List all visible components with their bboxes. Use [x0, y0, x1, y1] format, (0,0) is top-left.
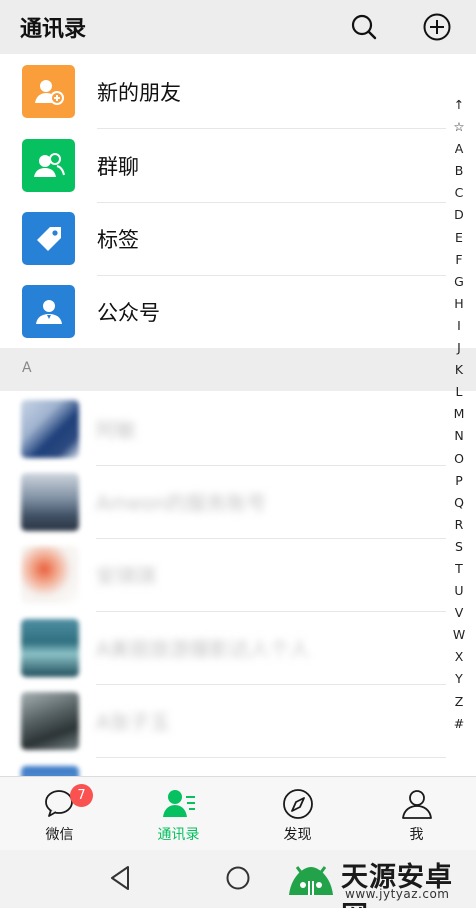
index-letter[interactable]: D: [448, 204, 470, 226]
tab-label: 发现: [283, 827, 312, 843]
new-friends-label: 新的朋友: [97, 81, 181, 105]
tab-discover[interactable]: 发现: [238, 777, 357, 851]
tags-item[interactable]: 标签: [0, 202, 446, 275]
avatar: [21, 400, 79, 458]
official-account-icon: [22, 285, 75, 338]
search-icon: [351, 14, 377, 40]
index-letter[interactable]: I: [448, 315, 470, 337]
avatar: [21, 546, 79, 604]
site-watermark: 天源安卓网 www.jytyaz.com: [283, 853, 473, 908]
tab-label: 通讯录: [157, 827, 200, 843]
index-letter[interactable]: ↑: [448, 94, 470, 116]
index-letter[interactable]: Q: [448, 492, 470, 514]
index-letter[interactable]: C: [448, 182, 470, 204]
avatar: [21, 473, 79, 531]
add-friend-icon: [22, 65, 75, 118]
page-title: 通讯录: [20, 17, 87, 42]
section-header-a: A: [0, 348, 476, 391]
contacts-list[interactable]: 新的朋友 群聊 标签 公众号 A 阿敏 Ameon的服务账号 安琪琪 A美丽旅游…: [0, 54, 476, 776]
index-letter[interactable]: H: [448, 293, 470, 315]
contact-name: 安琪琪: [96, 564, 156, 588]
index-letter[interactable]: O: [448, 448, 470, 470]
contact-row[interactable]: A张子玉: [0, 684, 446, 757]
index-letter[interactable]: ☆: [448, 116, 470, 138]
index-letter[interactable]: N: [448, 425, 470, 447]
section-letter: A: [22, 360, 32, 376]
person-icon: [401, 790, 432, 819]
back-icon[interactable]: [106, 864, 134, 892]
contact-name: Ameon的服务账号: [96, 491, 267, 515]
contact-row[interactable]: 阿敏: [0, 392, 446, 465]
tab-contacts[interactable]: 通讯录: [119, 777, 238, 851]
compass-icon: [282, 789, 313, 819]
contact-row[interactable]: [0, 758, 446, 776]
index-letter[interactable]: W: [448, 624, 470, 646]
index-letter[interactable]: X: [448, 646, 470, 668]
contact-row[interactable]: A美丽旅游摄影达人个人: [0, 611, 446, 684]
avatar: [21, 692, 79, 750]
index-letter[interactable]: T: [448, 558, 470, 580]
official-accounts-label: 公众号: [97, 301, 160, 325]
new-friends-item[interactable]: 新的朋友: [0, 55, 446, 128]
index-letter[interactable]: U: [448, 580, 470, 602]
index-letter[interactable]: M: [448, 403, 470, 425]
index-letter[interactable]: G: [448, 271, 470, 293]
plus-circle-icon: [423, 13, 451, 41]
contact-name: 阿敏: [96, 418, 136, 442]
alphabet-index[interactable]: ↑ ☆ A B C D E F G H I J K L M N O P Q R S T U V W X Y Z #: [448, 94, 470, 734]
tab-label: 微信: [45, 827, 74, 843]
contact-row[interactable]: 安琪琪: [0, 538, 446, 611]
watermark-url: www.jytyaz.com: [345, 887, 450, 901]
contact-name: A张子玉: [96, 710, 170, 734]
group-icon: [22, 139, 75, 192]
index-letter[interactable]: J: [448, 337, 470, 359]
tab-chats[interactable]: 7 微信: [0, 777, 119, 851]
avatar: [21, 619, 79, 677]
tab-label: 我: [409, 827, 424, 843]
index-letter[interactable]: R: [448, 514, 470, 536]
group-chats-label: 群聊: [97, 155, 139, 179]
tab-me[interactable]: 我: [357, 777, 476, 851]
tag-icon: [22, 212, 75, 265]
index-letter[interactable]: V: [448, 602, 470, 624]
home-icon[interactable]: [224, 864, 252, 892]
index-letter[interactable]: S: [448, 536, 470, 558]
unread-badge: 7: [70, 784, 93, 807]
contact-row[interactable]: Ameon的服务账号: [0, 465, 446, 538]
index-letter[interactable]: #: [448, 713, 470, 735]
index-letter[interactable]: L: [448, 381, 470, 403]
add-button[interactable]: [419, 9, 455, 45]
contact-name: A美丽旅游摄影达人个人: [96, 637, 310, 661]
android-logo-icon: [289, 866, 333, 895]
contacts-icon: [162, 790, 195, 817]
official-accounts-item[interactable]: 公众号: [0, 275, 446, 348]
index-letter[interactable]: F: [448, 249, 470, 271]
tags-label: 标签: [97, 228, 139, 252]
index-letter[interactable]: A: [448, 138, 470, 160]
avatar: [21, 766, 79, 776]
group-chats-item[interactable]: 群聊: [0, 129, 446, 202]
index-letter[interactable]: K: [448, 359, 470, 381]
index-letter[interactable]: E: [448, 227, 470, 249]
index-letter[interactable]: P: [448, 470, 470, 492]
search-button[interactable]: [346, 9, 382, 45]
index-letter[interactable]: Y: [448, 668, 470, 690]
bottom-tab-bar: 7 微信 通讯录 发现 我: [0, 776, 476, 850]
top-bar: 通讯录: [0, 0, 476, 54]
index-letter[interactable]: B: [448, 160, 470, 182]
index-letter[interactable]: Z: [448, 691, 470, 713]
